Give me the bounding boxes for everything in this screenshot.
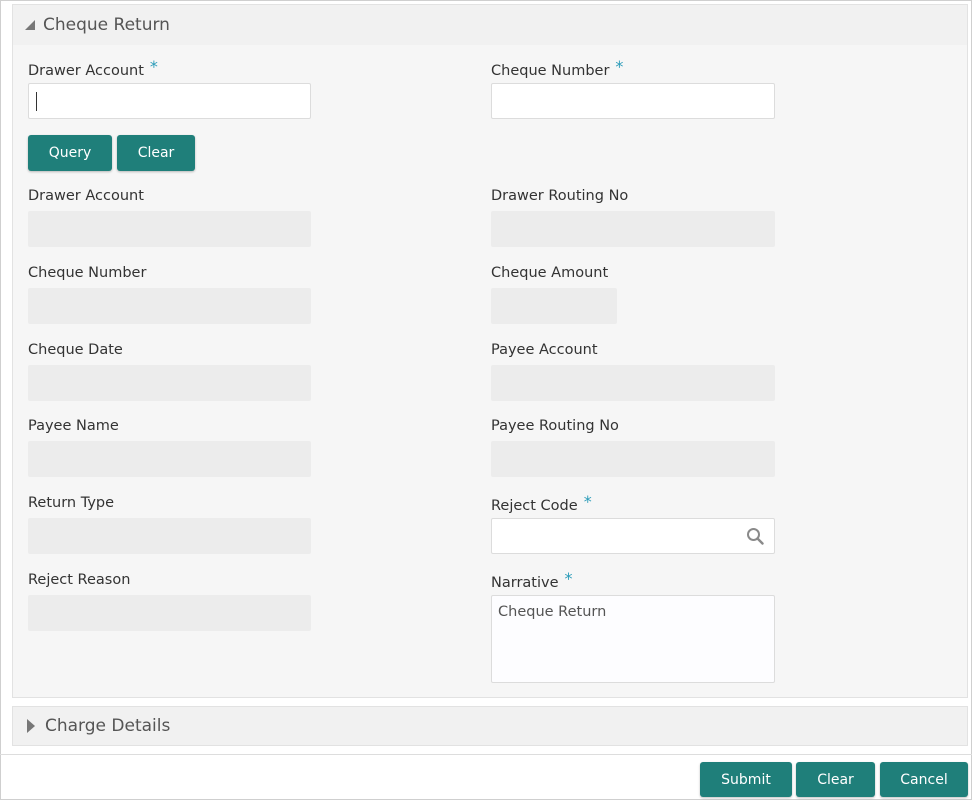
footer-clear-button[interactable]: Clear — [796, 762, 875, 797]
cheque-amount-display — [491, 288, 617, 324]
text-cursor — [36, 92, 37, 111]
reject-reason-display — [28, 595, 311, 631]
search-icon[interactable] — [746, 527, 764, 545]
drawer-account-query-label: Drawer Account * — [28, 57, 158, 79]
expand-triangle-icon[interactable] — [27, 719, 35, 733]
drawer-account-display — [28, 211, 311, 247]
query-button[interactable]: Query — [28, 135, 112, 171]
cheque-number-display — [28, 288, 311, 324]
drawer-routing-no-display — [491, 211, 775, 247]
drawer-account-input[interactable] — [28, 83, 311, 119]
required-mark: * — [583, 492, 592, 511]
cheque-return-header[interactable]: Cheque Return — [13, 5, 967, 45]
payee-account-display — [491, 365, 775, 401]
narrative-text: Cheque Return — [498, 604, 607, 620]
return-type-label: Return Type — [28, 495, 115, 511]
narrative-textarea[interactable]: Cheque Return — [491, 595, 775, 683]
payee-account-label: Payee Account — [491, 342, 598, 358]
cheque-date-display — [28, 365, 311, 401]
reject-code-label: Reject Code * — [491, 492, 592, 514]
charge-details-title: Charge Details — [45, 716, 171, 736]
required-mark: * — [615, 57, 624, 76]
submit-button[interactable]: Submit — [700, 762, 792, 797]
charge-details-panel[interactable]: Charge Details — [12, 706, 968, 746]
drawer-routing-no-label: Drawer Routing No — [491, 188, 629, 204]
required-mark: * — [564, 569, 573, 588]
cheque-date-label: Cheque Date — [28, 342, 123, 358]
footer-divider — [0, 754, 972, 755]
payee-name-display — [28, 441, 311, 477]
charge-details-header[interactable]: Charge Details — [13, 707, 967, 745]
narrative-label: Narrative * — [491, 569, 573, 591]
cheque-return-panel: Cheque Return Drawer Account * Cheque Num… — [12, 4, 968, 698]
cheque-number-input[interactable] — [491, 83, 775, 119]
reject-reason-label: Reject Reason — [28, 572, 131, 588]
cancel-button[interactable]: Cancel — [880, 762, 968, 797]
payee-name-label: Payee Name — [28, 418, 119, 434]
payee-routing-no-label: Payee Routing No — [491, 418, 619, 434]
payee-routing-no-display — [491, 441, 775, 477]
required-mark: * — [149, 57, 158, 76]
reject-code-input[interactable] — [491, 518, 775, 554]
collapse-triangle-icon[interactable] — [25, 20, 35, 30]
return-type-display — [28, 518, 311, 554]
query-clear-button[interactable]: Clear — [117, 135, 195, 171]
cheque-number-label: Cheque Number — [28, 265, 147, 281]
cheque-number-query-label: Cheque Number * — [491, 57, 624, 79]
cheque-return-title: Cheque Return — [43, 15, 170, 35]
cheque-amount-label: Cheque Amount — [491, 265, 609, 281]
drawer-account-label: Drawer Account — [28, 188, 144, 204]
